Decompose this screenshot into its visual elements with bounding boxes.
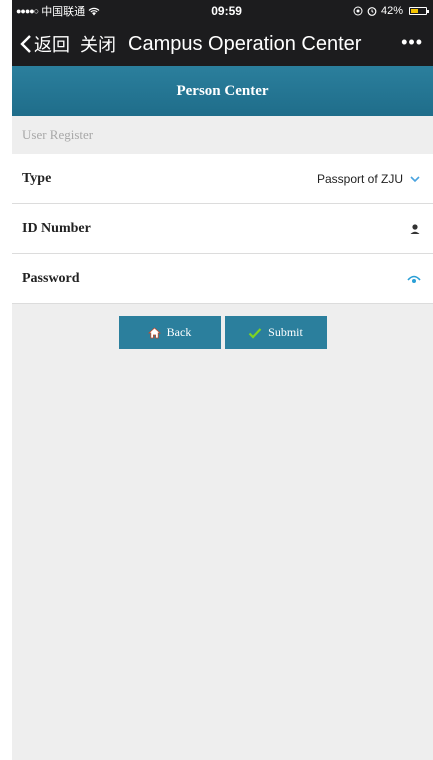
type-label: Type xyxy=(22,170,52,186)
nav-title: Campus Operation Center xyxy=(128,32,362,55)
more-options-button[interactable]: ••• xyxy=(401,32,423,53)
action-buttons: Back Submit xyxy=(12,316,433,349)
type-value: Passport of ZJU xyxy=(316,171,403,186)
signal-strength-icon: ●●●●○ xyxy=(16,6,39,16)
password-label: Password xyxy=(22,270,80,286)
submit-button-label: Submit xyxy=(268,325,303,339)
page-title: Person Center xyxy=(176,82,269,99)
chevron-left-icon xyxy=(20,35,31,53)
nav-back-button[interactable]: 返回 xyxy=(20,31,70,57)
nav-back-label: 返回 xyxy=(34,35,70,55)
submit-button[interactable]: Submit xyxy=(224,316,327,349)
section-label: User Register xyxy=(22,127,94,142)
type-select[interactable]: Passport of ZJU xyxy=(317,172,421,186)
battery-percent: 42% xyxy=(380,5,403,17)
user-icon xyxy=(410,223,420,234)
status-bar: ●●●●○ 中国联通 09:59 42% xyxy=(12,0,433,22)
chevron-down-icon xyxy=(410,175,420,182)
battery-icon xyxy=(408,7,429,15)
back-button[interactable]: Back xyxy=(118,316,221,349)
nav-close-button[interactable]: 关闭 xyxy=(80,31,116,57)
alarm-icon xyxy=(367,7,377,16)
id-number-row[interactable]: ID Number xyxy=(12,204,433,254)
nav-bar: 返回 关闭 Campus Operation Center ••• xyxy=(12,22,433,66)
type-row[interactable]: Type Passport of ZJU xyxy=(12,154,433,204)
status-time: 09:59 xyxy=(211,4,242,18)
wifi-icon xyxy=(88,7,100,15)
status-left: ●●●●○ 中国联通 xyxy=(16,3,100,19)
location-lock-icon xyxy=(353,6,363,16)
check-icon xyxy=(248,327,262,339)
status-right: 42% xyxy=(353,5,429,17)
eye-icon[interactable] xyxy=(407,274,421,284)
page-header: Person Center xyxy=(12,66,433,116)
back-button-label: Back xyxy=(166,325,192,339)
home-icon xyxy=(147,326,161,338)
phone-screen: ●●●●○ 中国联通 09:59 42% 返回 关闭 Campus Operat… xyxy=(12,0,433,760)
password-row[interactable]: Password xyxy=(12,254,433,304)
carrier-name: 中国联通 xyxy=(41,6,86,18)
id-number-label: ID Number xyxy=(22,220,91,236)
